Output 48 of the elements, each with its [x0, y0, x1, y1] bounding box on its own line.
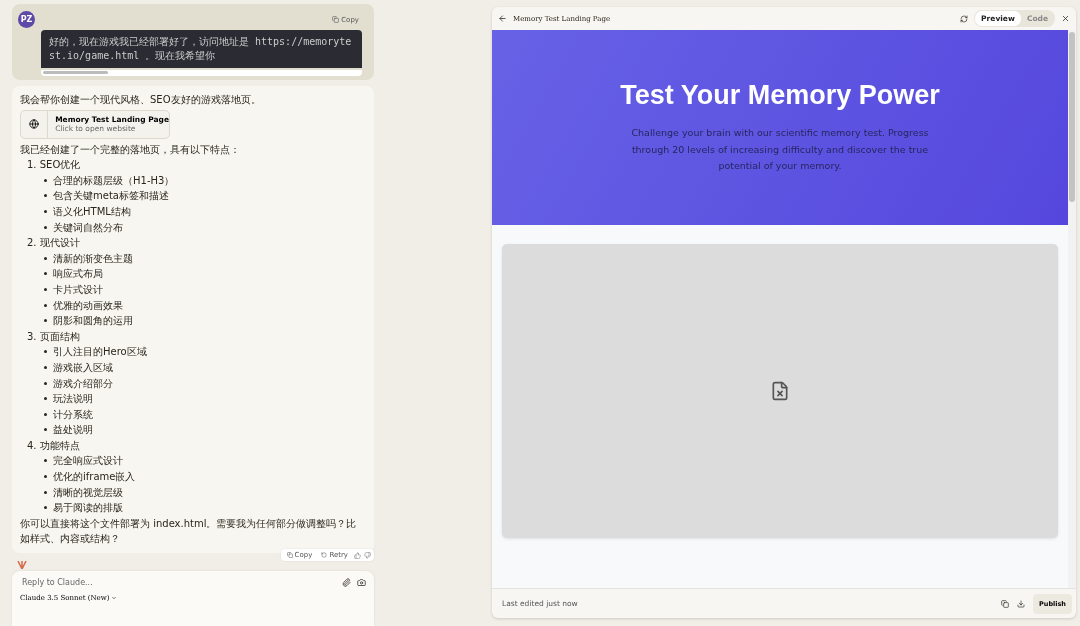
- camera-icon[interactable]: [357, 578, 366, 588]
- list-item: 优化的iframe嵌入: [44, 469, 366, 485]
- scrollbar-thumb[interactable]: [1069, 32, 1075, 202]
- scrollbar-thumb[interactable]: [43, 71, 108, 74]
- hero-text: Challenge your brain with our scientific memory test. Progress through 20 levels of increasing difficulty and discover the true potential of your memory.: [630, 126, 930, 174]
- list-item: 包含关键meta标签和描述: [44, 188, 366, 204]
- spark-icon: [16, 561, 28, 570]
- list-item: 计分系统: [44, 406, 366, 423]
- copy-icon[interactable]: [1001, 599, 1009, 608]
- code-block: 好的，现在游戏我已经部署好了，访问地址是 https://memorytest.io/game.html 。现在我希望你: [41, 30, 362, 68]
- list-item: 游戏介绍部分: [44, 375, 366, 392]
- list-item: 合理的标题层级（H1-H3）: [44, 172, 366, 189]
- download-icon[interactable]: [1017, 599, 1025, 608]
- user-avatar: PZ: [18, 11, 35, 28]
- list-item: 益处说明: [44, 422, 366, 438]
- list-item: 易于阅读的排版: [44, 500, 366, 516]
- list-item: 阴影和圆角的运用: [44, 313, 366, 329]
- list-item: 引人注目的Hero区域: [44, 344, 366, 360]
- list-item: 卡片式设计: [44, 281, 366, 298]
- list-heading: 3. 页面结构: [27, 329, 81, 344]
- list-item: 优雅的动画效果: [44, 297, 366, 314]
- list-item: 关键词自然分布: [44, 219, 366, 236]
- list-item: 语义化HTML结构: [44, 203, 366, 220]
- paperclip-icon[interactable]: [342, 578, 351, 588]
- back-icon[interactable]: [498, 14, 507, 23]
- copy-icon: [286, 552, 293, 559]
- globe-icon: [29, 119, 40, 130]
- message-text: 你可以直接将这个文件部署为 index.html。需要我为任何部分做调整吗？比如样式、内容或结构？: [20, 516, 358, 547]
- refresh-icon[interactable]: [960, 14, 969, 23]
- list-item: 玩法说明: [44, 391, 366, 407]
- chevron-down-icon: [111, 595, 118, 602]
- thumbs-up-icon[interactable]: [354, 551, 361, 559]
- copy-icon: [332, 16, 340, 23]
- list-heading: 1. SEO优化: [27, 158, 82, 173]
- close-icon[interactable]: [1061, 14, 1070, 23]
- list-item: 清新的渐变色主题: [44, 250, 366, 267]
- message-text: 我会帮你创建一个现代风格、SEO友好的游戏落地页。: [20, 93, 262, 107]
- list-item: 游戏嵌入区域: [44, 359, 366, 376]
- list-item: 清晰的视觉层级: [44, 484, 366, 501]
- thumbs-down-icon[interactable]: [364, 551, 371, 559]
- retry-icon: [321, 552, 328, 559]
- message-text: 我已经创建了一个完整的落地页，具有以下特点：: [20, 142, 241, 157]
- list-item: 响应式布局: [44, 266, 366, 282]
- list-heading: 4. 功能特点: [27, 438, 81, 453]
- list-item: 完全响应式设计: [44, 453, 366, 470]
- hero-heading: Test Your Memory Power: [620, 80, 940, 112]
- list-heading: 2. 现代设计: [27, 236, 81, 251]
- broken-file-icon: [770, 381, 790, 401]
